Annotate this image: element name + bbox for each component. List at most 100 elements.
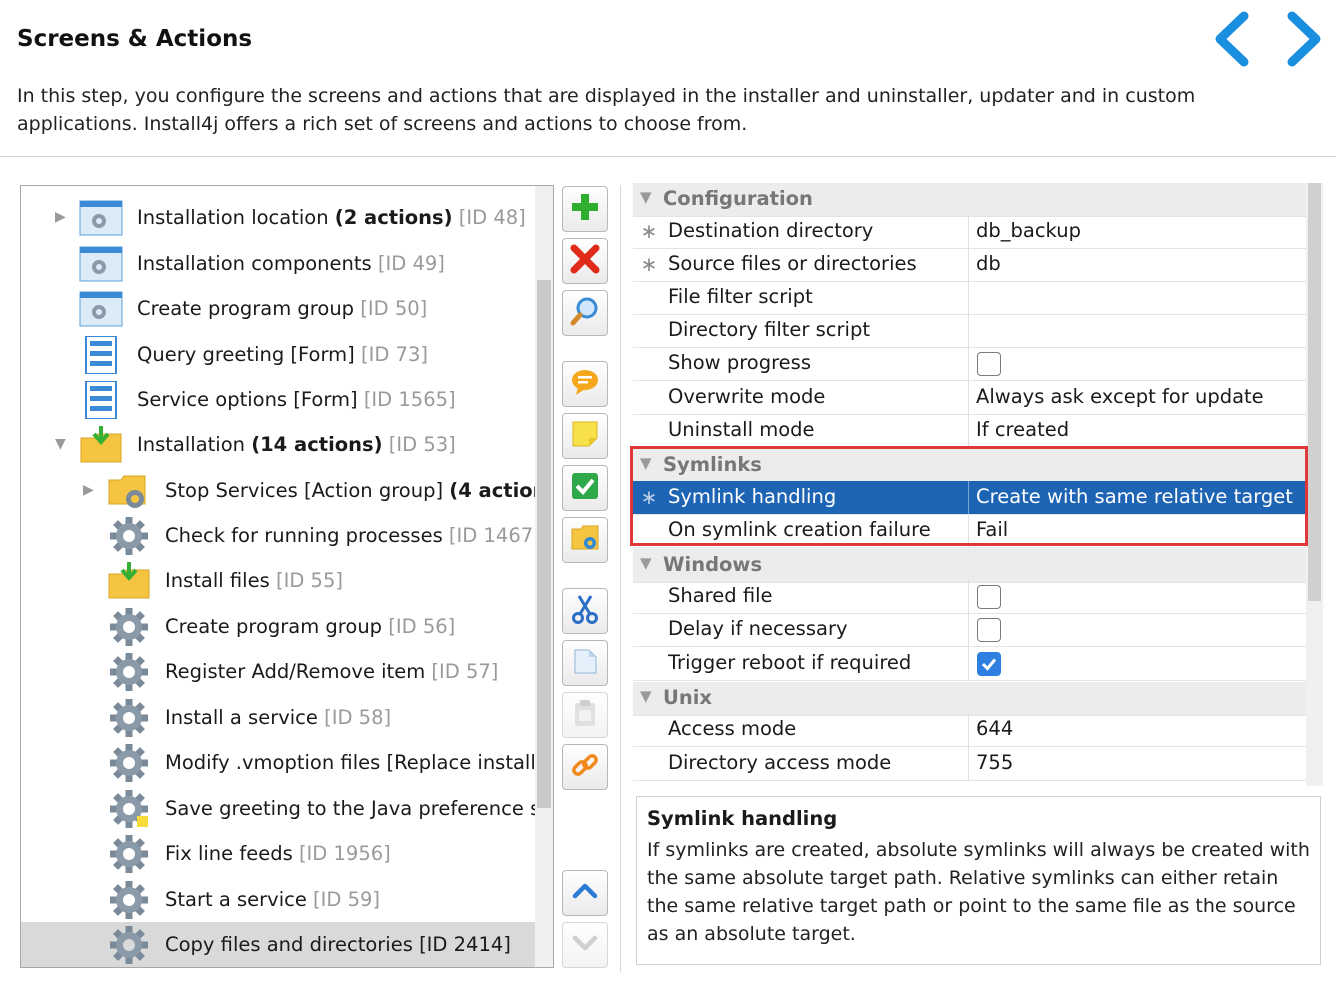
- collapse-triangle-icon[interactable]: ▼: [640, 188, 652, 206]
- property-show-progress[interactable]: Show progress: [633, 347, 1306, 381]
- tree-item-install-files[interactable]: Install files [ID 55]: [21, 558, 535, 603]
- property-file-filter-script[interactable]: File filter script: [633, 281, 1306, 315]
- tree-item-save-greeting[interactable]: Save greeting to the Java preference st.…: [21, 786, 535, 831]
- folder-gear-icon: [570, 523, 600, 557]
- property-destination-directory[interactable]: ∗ Destination directory db_backup: [633, 215, 1306, 249]
- tree-item-installation-location[interactable]: ▶ Installation location (2 actions) [ID …: [21, 195, 535, 240]
- category-configuration[interactable]: ▼ Configuration: [633, 183, 1306, 217]
- delay-if-necessary-checkbox[interactable]: [977, 618, 1001, 642]
- property-delay-if-necessary[interactable]: Delay if necessary: [633, 613, 1306, 647]
- property-value[interactable]: Create with same relative target: [976, 485, 1293, 508]
- category-label: Unix: [663, 686, 712, 709]
- tree-item-query-greeting[interactable]: Query greeting [Form] [ID 73]: [21, 332, 535, 377]
- tree-item-register-add-remove[interactable]: Register Add/Remove item [ID 57]: [21, 649, 535, 694]
- tree-item-check-running-processes[interactable]: Check for running processes [ID 1467]: [21, 513, 541, 558]
- property-value[interactable]: db_backup: [976, 219, 1081, 242]
- action-group-button[interactable]: [562, 517, 608, 563]
- trigger-reboot-checkbox[interactable]: [977, 652, 1001, 676]
- property-uninstall-mode[interactable]: Uninstall mode If created: [633, 414, 1306, 448]
- check-icon: [570, 471, 600, 505]
- property-shared-file[interactable]: Shared file: [633, 580, 1306, 614]
- property-value[interactable]: Fail: [976, 518, 1008, 541]
- tree-item-id: [ID 58]: [317, 706, 392, 729]
- cut-button[interactable]: [562, 588, 608, 634]
- cut-icon: [570, 594, 600, 628]
- gear-icon: [107, 835, 151, 873]
- gear-icon: [107, 653, 151, 691]
- tree-item-stop-services[interactable]: ▶ Stop Services [Action group] (4 action…: [21, 468, 535, 513]
- screen-gear-icon: [79, 245, 123, 283]
- comment-button[interactable]: [562, 361, 608, 407]
- tree-item-label: Install files: [165, 569, 270, 592]
- tree-scrollbar-thumb[interactable]: [537, 280, 551, 808]
- check-button[interactable]: [562, 465, 608, 511]
- property-trigger-reboot[interactable]: Trigger reboot if required: [633, 647, 1306, 681]
- property-name: Source files or directories: [668, 252, 917, 275]
- property-value[interactable]: 755: [976, 751, 1013, 774]
- inspect-button[interactable]: [562, 290, 608, 336]
- shared-file-checkbox[interactable]: [977, 585, 1001, 609]
- column-divider: [968, 647, 969, 680]
- search-icon: [570, 296, 600, 330]
- move-up-button[interactable]: [562, 870, 608, 916]
- move-down-button[interactable]: [562, 922, 608, 968]
- link-button[interactable]: [562, 744, 608, 790]
- tree-item-install-service[interactable]: Install a service [ID 58]: [21, 695, 535, 740]
- property-scrollbar[interactable]: [1306, 183, 1323, 786]
- expand-triangle-icon[interactable]: ▶: [55, 209, 71, 225]
- tree-item-copy-files-and-directories[interactable]: Copy files and directories [ID 2414]: [21, 922, 535, 967]
- expand-triangle-icon[interactable]: ▶: [83, 482, 99, 498]
- property-value[interactable]: 644: [976, 717, 1013, 740]
- copy-button[interactable]: [562, 640, 608, 686]
- folder-gear-icon: [107, 472, 151, 510]
- forward-arrow-icon[interactable]: [1278, 8, 1328, 70]
- property-name: Destination directory: [668, 219, 874, 242]
- required-asterisk-icon: ∗: [640, 252, 658, 276]
- tree-item-start-service[interactable]: Start a service [ID 59]: [21, 877, 535, 922]
- tree-item-label: Save greeting to the Java preference st.…: [165, 797, 535, 820]
- property-symlink-handling[interactable]: ∗ Symlink handling Create with same rela…: [633, 481, 1306, 515]
- paste-button[interactable]: [562, 692, 608, 738]
- collapse-triangle-icon[interactable]: ▼: [640, 554, 652, 572]
- collapse-triangle-icon[interactable]: ▼: [640, 454, 652, 472]
- property-sheet[interactable]: ▼ Configuration ∗ Destination directory …: [633, 183, 1323, 786]
- tree-item-create-program-group-action[interactable]: Create program group [ID 56]: [21, 604, 535, 649]
- property-source-files[interactable]: ∗ Source files or directories db: [633, 248, 1306, 282]
- back-arrow-icon[interactable]: [1208, 8, 1258, 70]
- tree-item-create-program-group[interactable]: Create program group [ID 50]: [21, 286, 535, 331]
- property-on-symlink-creation-failure[interactable]: On symlink creation failure Fail: [633, 514, 1306, 548]
- delete-button[interactable]: [562, 238, 608, 284]
- checkmark-icon: [981, 658, 997, 671]
- tree-item-fix-line-feeds[interactable]: Fix line feeds [ID 1956]: [21, 831, 535, 876]
- property-directory-filter-script[interactable]: Directory filter script: [633, 314, 1306, 348]
- tree-item-label: Service options [Form]: [137, 388, 358, 411]
- screens-actions-tree[interactable]: ▶ Installation location (2 actions) [ID …: [20, 185, 554, 968]
- collapse-triangle-icon[interactable]: ▼: [55, 436, 71, 452]
- property-scrollbar-thumb[interactable]: [1308, 183, 1321, 601]
- tree-item-installation-components[interactable]: Installation components [ID 49]: [21, 241, 535, 286]
- property-directory-access-mode[interactable]: Directory access mode 755: [633, 747, 1306, 781]
- property-value[interactable]: db: [976, 252, 1001, 275]
- category-unix[interactable]: ▼ Unix: [633, 682, 1306, 716]
- form-screen-icon: [79, 335, 123, 375]
- property-value[interactable]: Always ask except for update: [976, 385, 1264, 408]
- show-progress-checkbox[interactable]: [977, 352, 1001, 376]
- tree-item-modify-vmoption-files[interactable]: Modify .vmoption files [Replace install.…: [21, 740, 535, 785]
- panel-divider: [620, 185, 621, 972]
- category-windows[interactable]: ▼ Windows: [633, 549, 1306, 583]
- page-header: Screens & Actions In this step, you conf…: [0, 0, 1336, 157]
- page-title: Screens & Actions: [17, 26, 253, 52]
- property-value[interactable]: If created: [976, 418, 1069, 441]
- tree-scrollbar[interactable]: [535, 186, 553, 967]
- category-symlinks[interactable]: ▼ Symlinks: [633, 449, 1306, 483]
- tree-item-service-options[interactable]: Service options [Form] [ID 1565]: [21, 377, 535, 422]
- collapse-triangle-icon[interactable]: ▼: [640, 687, 652, 705]
- tree-item-label: Stop Services [Action group]: [165, 479, 450, 502]
- property-overwrite-mode[interactable]: Overwrite mode Always ask except for upd…: [633, 381, 1306, 415]
- property-name: Shared file: [668, 584, 773, 607]
- add-icon: [570, 192, 600, 226]
- property-access-mode[interactable]: Access mode 644: [633, 713, 1306, 747]
- note-button[interactable]: [562, 413, 608, 459]
- add-button[interactable]: [562, 186, 608, 232]
- tree-item-installation[interactable]: ▼ Installation (14 actions) [ID 53]: [21, 422, 535, 467]
